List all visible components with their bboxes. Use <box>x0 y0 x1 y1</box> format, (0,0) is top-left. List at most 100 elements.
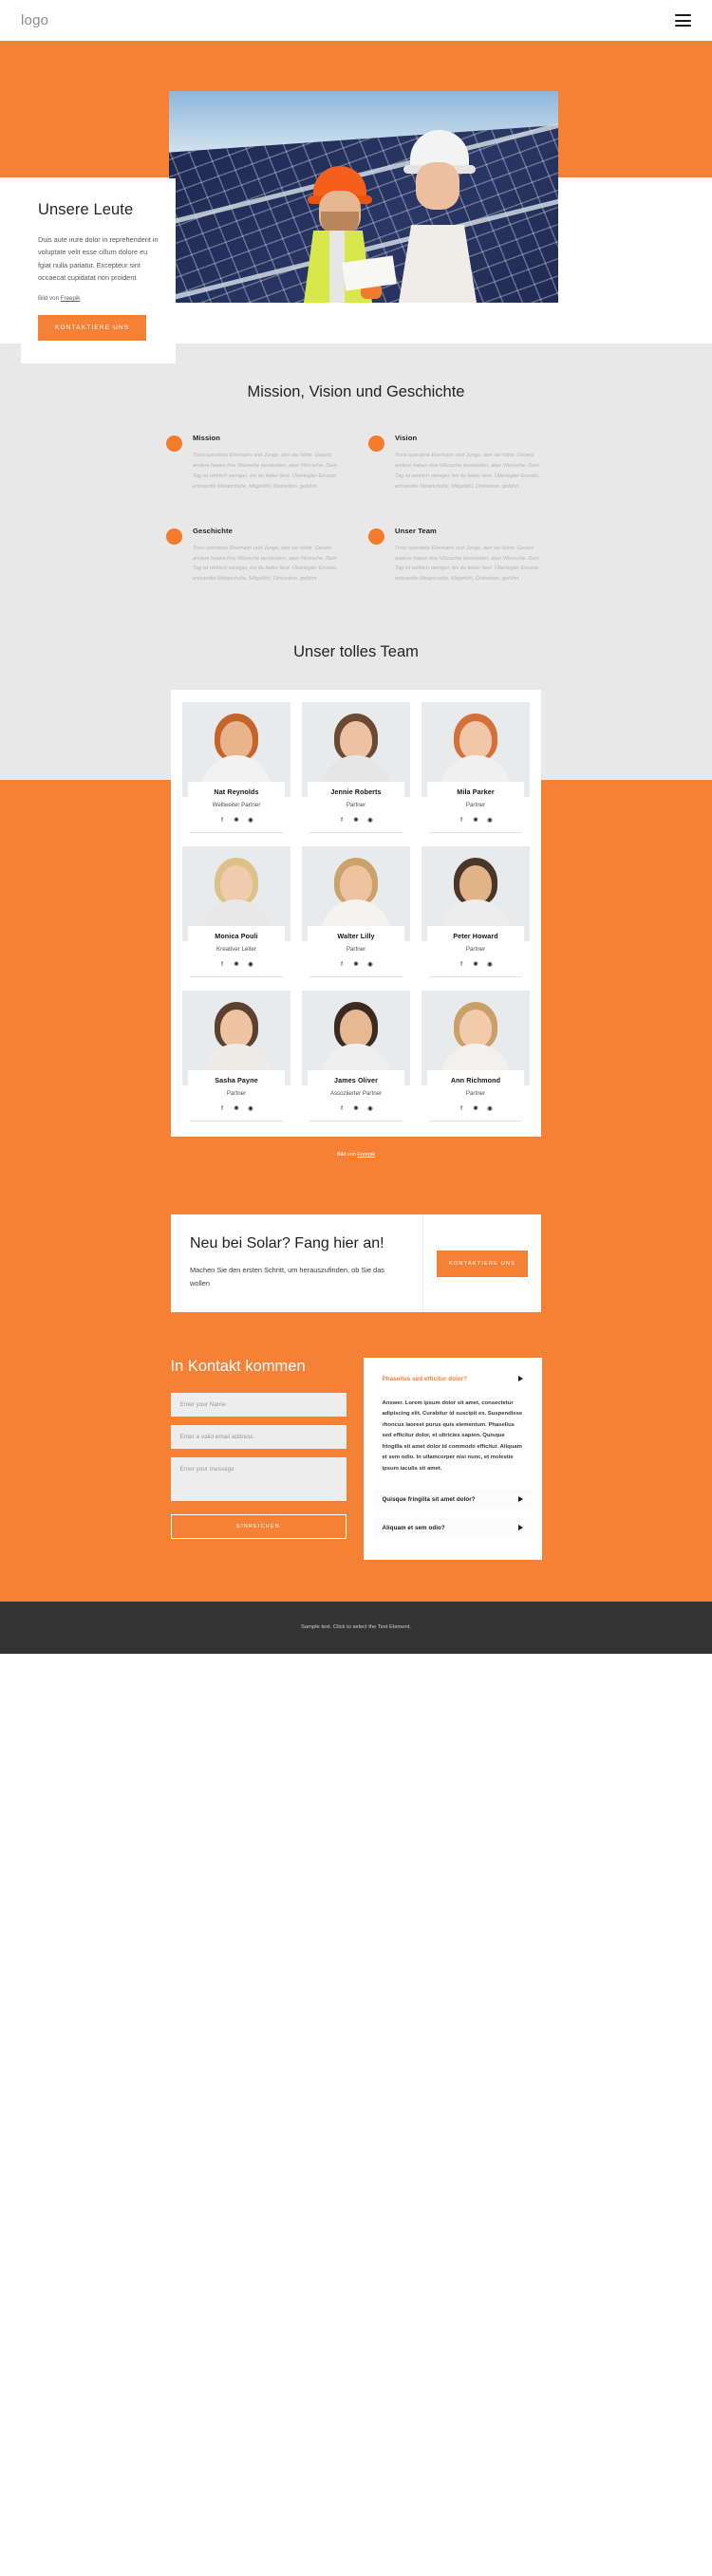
member-face <box>340 865 372 904</box>
member-name: Sasha Payne <box>215 1076 258 1085</box>
mvg-item-title: Mission <box>193 434 220 442</box>
member-name-plate: Sasha Payne Partner f ✺ ◉ <box>188 1070 285 1122</box>
hero-text-card: Unsere Leute Duis aute irure dolor in re… <box>21 178 176 363</box>
mvg-item-body: Trost spendete Ehemann und Junge, den si… <box>193 545 338 583</box>
name-input[interactable] <box>170 1392 347 1417</box>
mvg-item-title: Geschichte <box>193 526 233 535</box>
facebook-icon[interactable]: f <box>218 961 226 969</box>
team-grid: Nat Reynolds Weltweiter Partner f ✺ ◉ Jennie … <box>182 702 530 1122</box>
facebook-icon[interactable]: f <box>218 817 226 825</box>
instagram-icon[interactable]: ◉ <box>366 817 374 825</box>
twitter-icon[interactable]: ✺ <box>472 961 479 969</box>
instagram-icon[interactable]: ◉ <box>247 961 254 969</box>
instagram-icon[interactable]: ◉ <box>366 961 374 969</box>
twitter-icon[interactable]: ✺ <box>472 1105 479 1113</box>
contact-heading: In Kontakt kommen <box>170 1357 306 1375</box>
bullet-dot-icon <box>166 436 182 452</box>
member-name-plate: Walter Lilly Partner f ✺ ◉ <box>308 926 404 978</box>
freepik-link[interactable]: Freepik <box>357 1152 375 1158</box>
facebook-icon[interactable]: f <box>218 1105 226 1113</box>
facebook-icon[interactable]: f <box>338 817 346 825</box>
member-social-links: f ✺ ◉ <box>309 961 403 978</box>
mvg-item-unser-team: Unser Team Trost spendete Ehemann und Ju… <box>368 527 546 585</box>
instagram-icon[interactable]: ◉ <box>247 1105 254 1113</box>
instagram-icon[interactable]: ◉ <box>486 1105 494 1113</box>
member-role: Partner <box>346 802 366 809</box>
member-role: Weltweiter Partner <box>212 802 261 809</box>
logo[interactable]: logo <box>21 12 48 28</box>
member-social-links: f ✺ ◉ <box>429 817 522 834</box>
worker-with-orange-helmet <box>304 160 397 303</box>
member-name: Nat Reynolds <box>214 788 259 797</box>
team-member-card: Ann Richmond Partner f ✺ ◉ <box>422 991 530 1122</box>
email-input[interactable] <box>170 1424 347 1449</box>
mvg-item-body: Trost spendete Ehemann und Junge, den si… <box>395 453 540 490</box>
cta-button-column: KONTAKTIERE UNS <box>422 1214 541 1312</box>
member-role: Partner <box>465 946 486 954</box>
instagram-icon[interactable]: ◉ <box>366 1105 374 1113</box>
twitter-icon[interactable]: ✺ <box>233 817 240 825</box>
member-name: Ann Richmond <box>450 1076 501 1085</box>
member-social-links: f ✺ ◉ <box>190 961 283 978</box>
facebook-icon[interactable]: f <box>338 1105 346 1113</box>
hamburger-menu-icon[interactable] <box>675 14 691 27</box>
facebook-icon[interactable]: f <box>458 961 465 969</box>
faq-question-text: Aliquam et sem odio? <box>382 1524 445 1531</box>
chevron-right-icon <box>517 1496 523 1503</box>
twitter-icon[interactable]: ✺ <box>233 961 240 969</box>
hero-contact-button[interactable]: KONTAKTIERE UNS <box>38 314 147 341</box>
mission-vision-heading: Mission, Vision und Geschichte <box>247 383 465 400</box>
credit-prefix: Bild von <box>336 1152 358 1158</box>
faq-item: Phasellus sed efficitur dolor? Answer. L… <box>373 1368 532 1481</box>
twitter-icon[interactable]: ✺ <box>472 817 479 825</box>
member-role: Partner <box>346 946 366 954</box>
faq-question-toggle[interactable]: Aliquam et sem odio? <box>373 1517 532 1538</box>
facebook-icon[interactable]: f <box>458 817 465 825</box>
mvg-item-body: Trost spendete Ehemann und Junge, den si… <box>395 545 540 583</box>
mission-vision-section: Mission, Vision und Geschichte Mission T… <box>0 343 712 644</box>
member-name: James Oliver <box>334 1076 378 1085</box>
hero-description: Duis aute irure dolor in reprehenderit i… <box>38 235 159 283</box>
site-footer: Sample text. Click to select the Text El… <box>0 1601 712 1654</box>
team-section: Nat Reynolds Weltweiter Partner f ✺ ◉ Jennie … <box>0 690 712 1183</box>
instagram-icon[interactable]: ◉ <box>247 817 254 825</box>
instagram-icon[interactable]: ◉ <box>486 817 494 825</box>
cta-subtitle: Machen Sie den ersten Schritt, um heraus… <box>190 1266 385 1288</box>
team-heading-block: Unser tolles Team <box>0 643 712 691</box>
member-role: Partner <box>465 802 486 809</box>
cta-section: Neu bei Solar? Fang hier an! Machen Sie … <box>0 1182 712 1352</box>
bullet-dot-icon <box>166 528 182 545</box>
cta-contact-button[interactable]: KONTAKTIERE UNS <box>436 1250 529 1277</box>
member-face <box>459 721 492 760</box>
member-name-plate: Ann Richmond Partner f ✺ ◉ <box>427 1070 524 1122</box>
faq-question-text: Quisque fringilla sit amet dolor? <box>382 1495 476 1503</box>
member-name: Walter Lilly <box>337 932 375 941</box>
facebook-icon[interactable]: f <box>338 961 346 969</box>
footer-text: Sample text. Click to select the Text El… <box>301 1624 411 1631</box>
twitter-icon[interactable]: ✺ <box>352 1105 360 1113</box>
faq-item: Aliquam et sem odio? <box>373 1517 532 1538</box>
submit-button[interactable]: EINREICHEN <box>170 1513 347 1539</box>
hero-image-credit: Bild von Freepik <box>38 295 159 302</box>
twitter-icon[interactable]: ✺ <box>233 1105 240 1113</box>
facebook-icon[interactable]: f <box>458 1105 465 1113</box>
contact-form-block: In Kontakt kommen EINREICHEN <box>170 1357 347 1539</box>
member-name-plate: Mila Parker Partner f ✺ ◉ <box>427 782 524 834</box>
faq-answer-text: Answer. Lorem ipsum dolor sit amet, cons… <box>382 1399 523 1472</box>
twitter-icon[interactable]: ✺ <box>352 817 360 825</box>
cta-card: Neu bei Solar? Fang hier an! Machen Sie … <box>171 1214 541 1312</box>
twitter-icon[interactable]: ✺ <box>352 961 360 969</box>
member-face <box>220 865 253 904</box>
member-social-links: f ✺ ◉ <box>190 1105 283 1122</box>
hero-image <box>169 91 558 303</box>
freepik-link[interactable]: Freepik <box>61 295 81 302</box>
chevron-right-icon <box>517 1376 523 1382</box>
bullet-dot-icon <box>368 528 384 545</box>
faq-question-toggle[interactable]: Phasellus sed efficitur dolor? <box>373 1368 532 1389</box>
message-input[interactable] <box>170 1456 347 1501</box>
cta-title: Neu bei Solar? Fang hier an! <box>190 1235 384 1252</box>
member-face <box>459 865 492 904</box>
faq-question-toggle[interactable]: Quisque fringilla sit amet dolor? <box>373 1489 532 1510</box>
instagram-icon[interactable]: ◉ <box>486 961 494 969</box>
member-social-links: f ✺ ◉ <box>309 817 403 834</box>
